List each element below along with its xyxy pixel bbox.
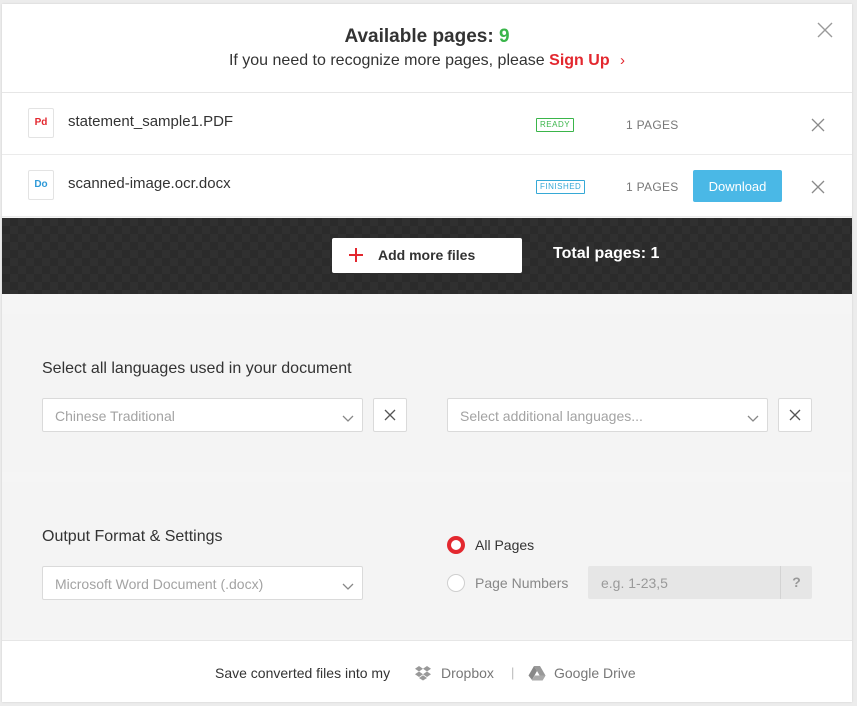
file-name: scanned-image.ocr.docx — [68, 175, 231, 192]
additional-languages-select[interactable]: Select additional languages... — [447, 398, 768, 432]
status-badge: FINISHED — [536, 180, 586, 194]
all-pages-label[interactable]: All Pages — [475, 537, 534, 553]
primary-language-value: Chinese Traditional — [55, 408, 175, 424]
file-row: Do scanned-image.ocr.docx FINISHED 1 PAG… — [2, 155, 852, 217]
google-drive-label: Google Drive — [554, 665, 636, 681]
pdf-file-icon: Pd — [28, 108, 54, 138]
additional-languages-placeholder: Select additional languages... — [460, 408, 643, 424]
dropbox-label: Dropbox — [441, 665, 494, 681]
page-numbers-label[interactable]: Page Numbers — [475, 575, 568, 591]
status-badge: READY — [536, 118, 575, 132]
chevron-down-icon — [342, 410, 354, 422]
close-icon[interactable] — [815, 20, 835, 40]
available-pages-count: 9 — [498, 26, 510, 47]
files-toolbar: Add more files Total pages: 1 — [2, 218, 852, 294]
available-pages-line: Available pages: 9 — [2, 26, 852, 48]
page-numbers-radio[interactable] — [447, 574, 465, 592]
cloud-save-footer: Save converted files into my Dropbox | G… — [2, 640, 852, 702]
chevron-down-icon — [342, 578, 354, 590]
add-more-files-label: Add more files — [378, 247, 476, 263]
close-icon — [384, 409, 396, 421]
clear-primary-language-button[interactable] — [373, 398, 407, 432]
remove-file-icon[interactable] — [810, 117, 826, 133]
output-panel: Output Format & Settings Microsoft Word … — [2, 482, 852, 638]
page-count: 1 PAGES — [626, 118, 679, 132]
signup-prompt-text: If you need to recognize more pages, ple… — [228, 52, 545, 69]
save-text: Save converted files into my — [215, 665, 391, 681]
help-button[interactable]: ? — [780, 566, 812, 599]
clear-additional-languages-button[interactable] — [778, 398, 812, 432]
language-panel: Select all languages used in your docume… — [2, 314, 852, 472]
remove-file-icon[interactable] — [810, 179, 826, 195]
total-pages: Total pages: 1 — [553, 245, 660, 262]
signup-link[interactable]: Sign Up — [549, 52, 609, 69]
all-pages-radio[interactable] — [447, 536, 465, 554]
language-title: Select all languages used in your docume… — [42, 360, 352, 377]
plus-icon — [347, 246, 365, 264]
page-count: 1 PAGES — [626, 180, 679, 194]
output-title: Output Format & Settings — [42, 528, 223, 545]
output-format-value: Microsoft Word Document (.docx) — [55, 576, 264, 592]
available-pages-label: Available pages: — [344, 26, 494, 47]
primary-language-select[interactable]: Chinese Traditional — [42, 398, 363, 432]
chevron-right-icon[interactable]: › — [620, 52, 625, 69]
dialog-header: Available pages: 9 If you need to recogn… — [2, 4, 852, 93]
separator: | — [511, 665, 515, 680]
ocr-dialog: Available pages: 9 If you need to recogn… — [2, 4, 852, 702]
signup-prompt: If you need to recognize more pages, ple… — [2, 52, 852, 70]
docx-file-icon: Do — [28, 170, 54, 200]
dropbox-icon — [414, 665, 432, 686]
close-icon — [789, 409, 801, 421]
file-name: statement_sample1.PDF — [68, 113, 234, 130]
chevron-down-icon — [747, 410, 759, 422]
output-format-select[interactable]: Microsoft Word Document (.docx) — [42, 566, 363, 600]
add-more-files-button[interactable]: Add more files — [332, 238, 522, 273]
google-drive-icon — [528, 665, 546, 686]
download-button[interactable]: Download — [693, 170, 782, 202]
file-row: Pd statement_sample1.PDF READY 1 PAGES — [2, 93, 852, 155]
page-numbers-input[interactable] — [588, 566, 780, 599]
